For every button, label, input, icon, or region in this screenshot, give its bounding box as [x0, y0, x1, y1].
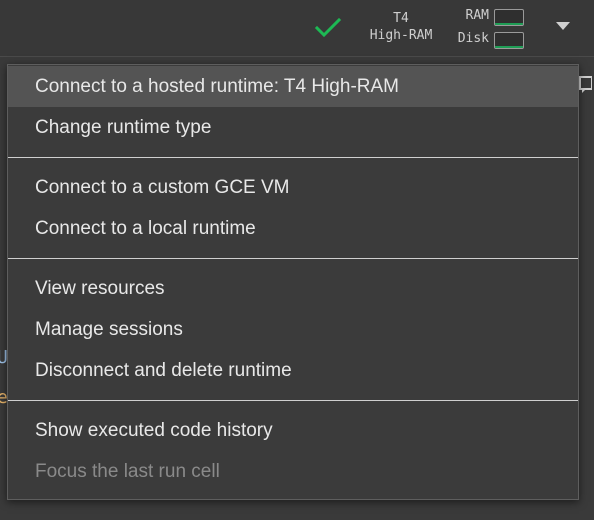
ram-meter: RAM: [449, 7, 529, 30]
menu-item-show-executed-code-history[interactable]: Show executed code history: [8, 410, 578, 451]
menu-item-manage-sessions[interactable]: Manage sessions: [8, 309, 578, 350]
menu-item-connect-to-a-custom-gce-vm[interactable]: Connect to a custom GCE VM: [8, 167, 578, 208]
disk-label: Disk: [457, 31, 489, 46]
runtime-menu-button[interactable]: [548, 14, 578, 42]
check-icon: [314, 17, 342, 38]
colab-runtime-screen: T4 High-RAM RAM Disk U e Connect to a ho…: [0, 0, 594, 520]
menu-divider: [8, 157, 578, 158]
runtime-info[interactable]: T4 High-RAM: [360, 10, 442, 44]
runtime-dropdown-menu: Connect to a hosted runtime: T4 High-RAM…: [7, 64, 579, 500]
runtime-gpu: T4: [393, 11, 409, 26]
menu-item-focus-the-last-run-cell: Focus the last run cell: [35, 461, 220, 482]
ram-usage-fill: [495, 23, 523, 25]
menu-item-disconnect-and-delete-runtime[interactable]: Disconnect and delete runtime: [8, 350, 578, 391]
menu-item-change-runtime-type[interactable]: Change runtime type: [8, 107, 578, 148]
menu-divider: [8, 400, 578, 401]
comment-icon[interactable]: [578, 74, 592, 94]
runtime-machine: High-RAM: [369, 28, 433, 43]
menu-divider: [8, 258, 578, 259]
disk-usage-fill: [495, 46, 523, 48]
menu-item-connect-to-a-hosted-runtime-t4-high-ram[interactable]: Connect to a hosted runtime: T4 High-RAM: [8, 66, 578, 107]
disk-meter: Disk: [449, 30, 529, 53]
disk-usage-bar: [494, 32, 524, 49]
ram-usage-bar: [494, 9, 524, 26]
menu-item-view-resources[interactable]: View resources: [8, 268, 578, 309]
resource-meters[interactable]: RAM Disk: [449, 7, 529, 53]
caret-down-icon: [556, 22, 570, 30]
ram-label: RAM: [465, 8, 489, 23]
runtime-toolbar: T4 High-RAM RAM Disk: [0, 0, 594, 57]
menu-item-connect-to-a-local-runtime[interactable]: Connect to a local runtime: [8, 208, 578, 249]
